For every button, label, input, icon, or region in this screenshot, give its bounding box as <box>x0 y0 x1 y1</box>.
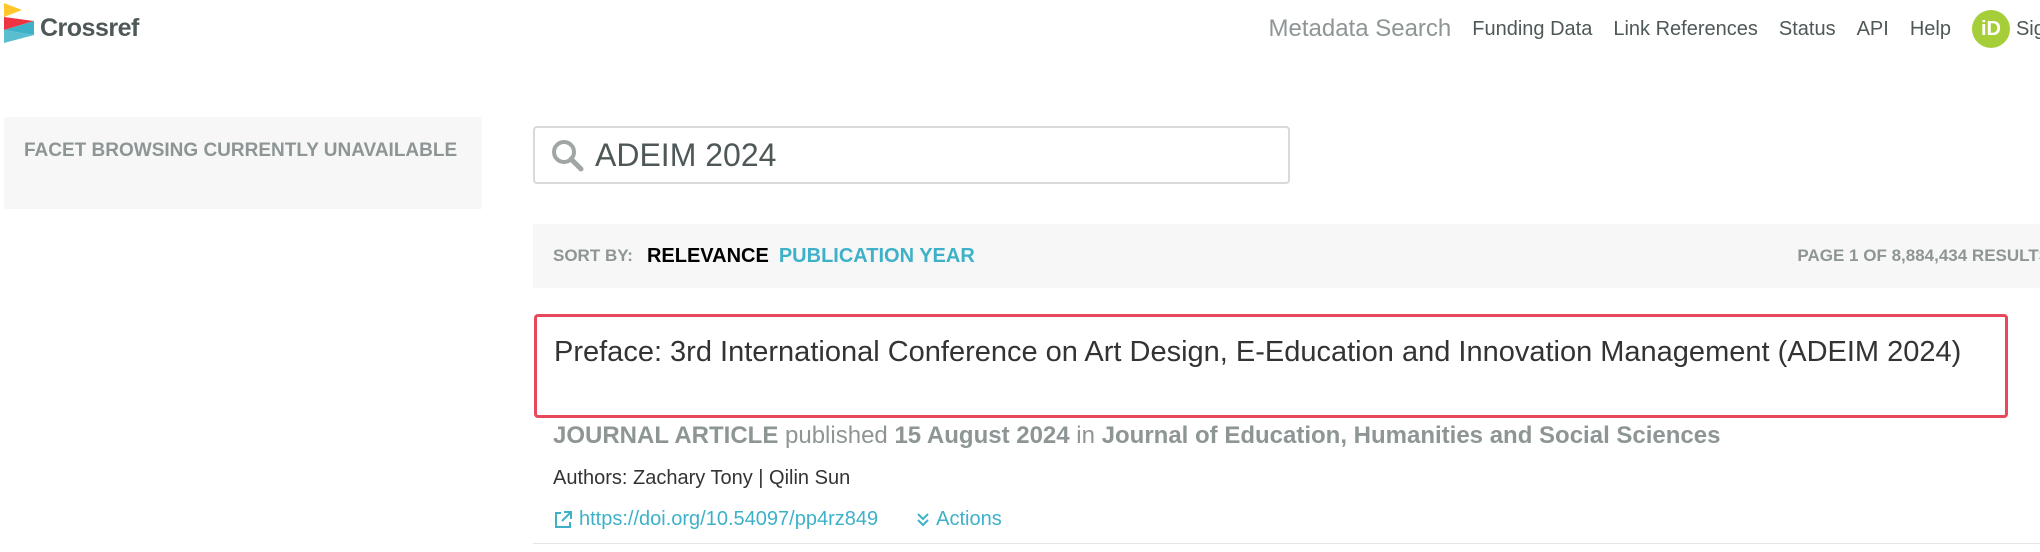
nav-funding-data[interactable]: Funding Data <box>1472 18 1592 41</box>
facet-unavailable-message: FACET BROWSING CURRENTLY UNAVAILABLE <box>24 140 458 161</box>
sort-relevance[interactable]: RELEVANCE <box>647 245 769 268</box>
facet-sidebar: FACET BROWSING CURRENTLY UNAVAILABLE <box>4 117 482 209</box>
in-word: in <box>1076 422 1095 449</box>
orcid-icon: iD <box>1971 10 2010 48</box>
result-title-highlight: Preface: 3rd International Conference on… <box>534 314 2008 418</box>
external-link-icon <box>553 510 573 530</box>
actions-toggle[interactable]: Actions <box>916 508 1002 531</box>
result-links: https://doi.org/10.54097/pp4rz849 Action… <box>553 508 1002 531</box>
sort-bar: SORT BY: RELEVANCE PUBLICATION YEAR PAGE… <box>533 224 2040 288</box>
crossref-logo[interactable]: Crossref <box>4 2 139 54</box>
header: Crossref Metadata Search Funding Data Li… <box>0 0 2040 60</box>
result-meta: JOURNAL ARTICLE published 15 August 2024… <box>553 422 1720 450</box>
page-info: PAGE 1 OF 8,884,434 RESULTS <box>1797 246 2040 265</box>
doi-text: https://doi.org/10.54097/pp4rz849 <box>579 508 879 530</box>
logo-text: Crossref <box>40 13 139 42</box>
nav-metadata-search[interactable]: Metadata Search <box>1268 15 1451 43</box>
search-icon <box>549 137 585 173</box>
doi-link[interactable]: https://doi.org/10.54097/pp4rz849 <box>553 508 878 531</box>
nav-api[interactable]: API <box>1857 18 1889 41</box>
result-type: JOURNAL ARTICLE <box>553 422 779 449</box>
orcid-sign-in[interactable]: iD Sign <box>1971 10 2040 48</box>
top-nav: Metadata Search Funding Data Link Refere… <box>1268 10 2040 48</box>
crossref-logo-icon <box>4 3 34 43</box>
double-chevron-down-icon <box>916 512 930 528</box>
result-journal: Journal of Education, Humanities and Soc… <box>1101 422 1721 449</box>
published-word: published <box>785 422 888 449</box>
search-input[interactable] <box>595 136 1275 174</box>
result-date: 15 August 2024 <box>894 422 1070 449</box>
result-divider <box>533 543 2040 544</box>
nav-help[interactable]: Help <box>1910 18 1951 41</box>
nav-link-references[interactable]: Link References <box>1613 18 1758 41</box>
nav-status[interactable]: Status <box>1779 18 1836 41</box>
sign-in-label: Sign <box>2015 17 2040 40</box>
sort-publication-year[interactable]: PUBLICATION YEAR <box>779 245 975 268</box>
sort-label: SORT BY: <box>553 246 633 265</box>
actions-label: Actions <box>936 508 1002 530</box>
search-box[interactable] <box>533 126 1290 184</box>
result-authors: Authors: Zachary Tony | Qilin Sun <box>553 467 851 489</box>
result-title[interactable]: Preface: 3rd International Conference on… <box>554 336 1961 368</box>
